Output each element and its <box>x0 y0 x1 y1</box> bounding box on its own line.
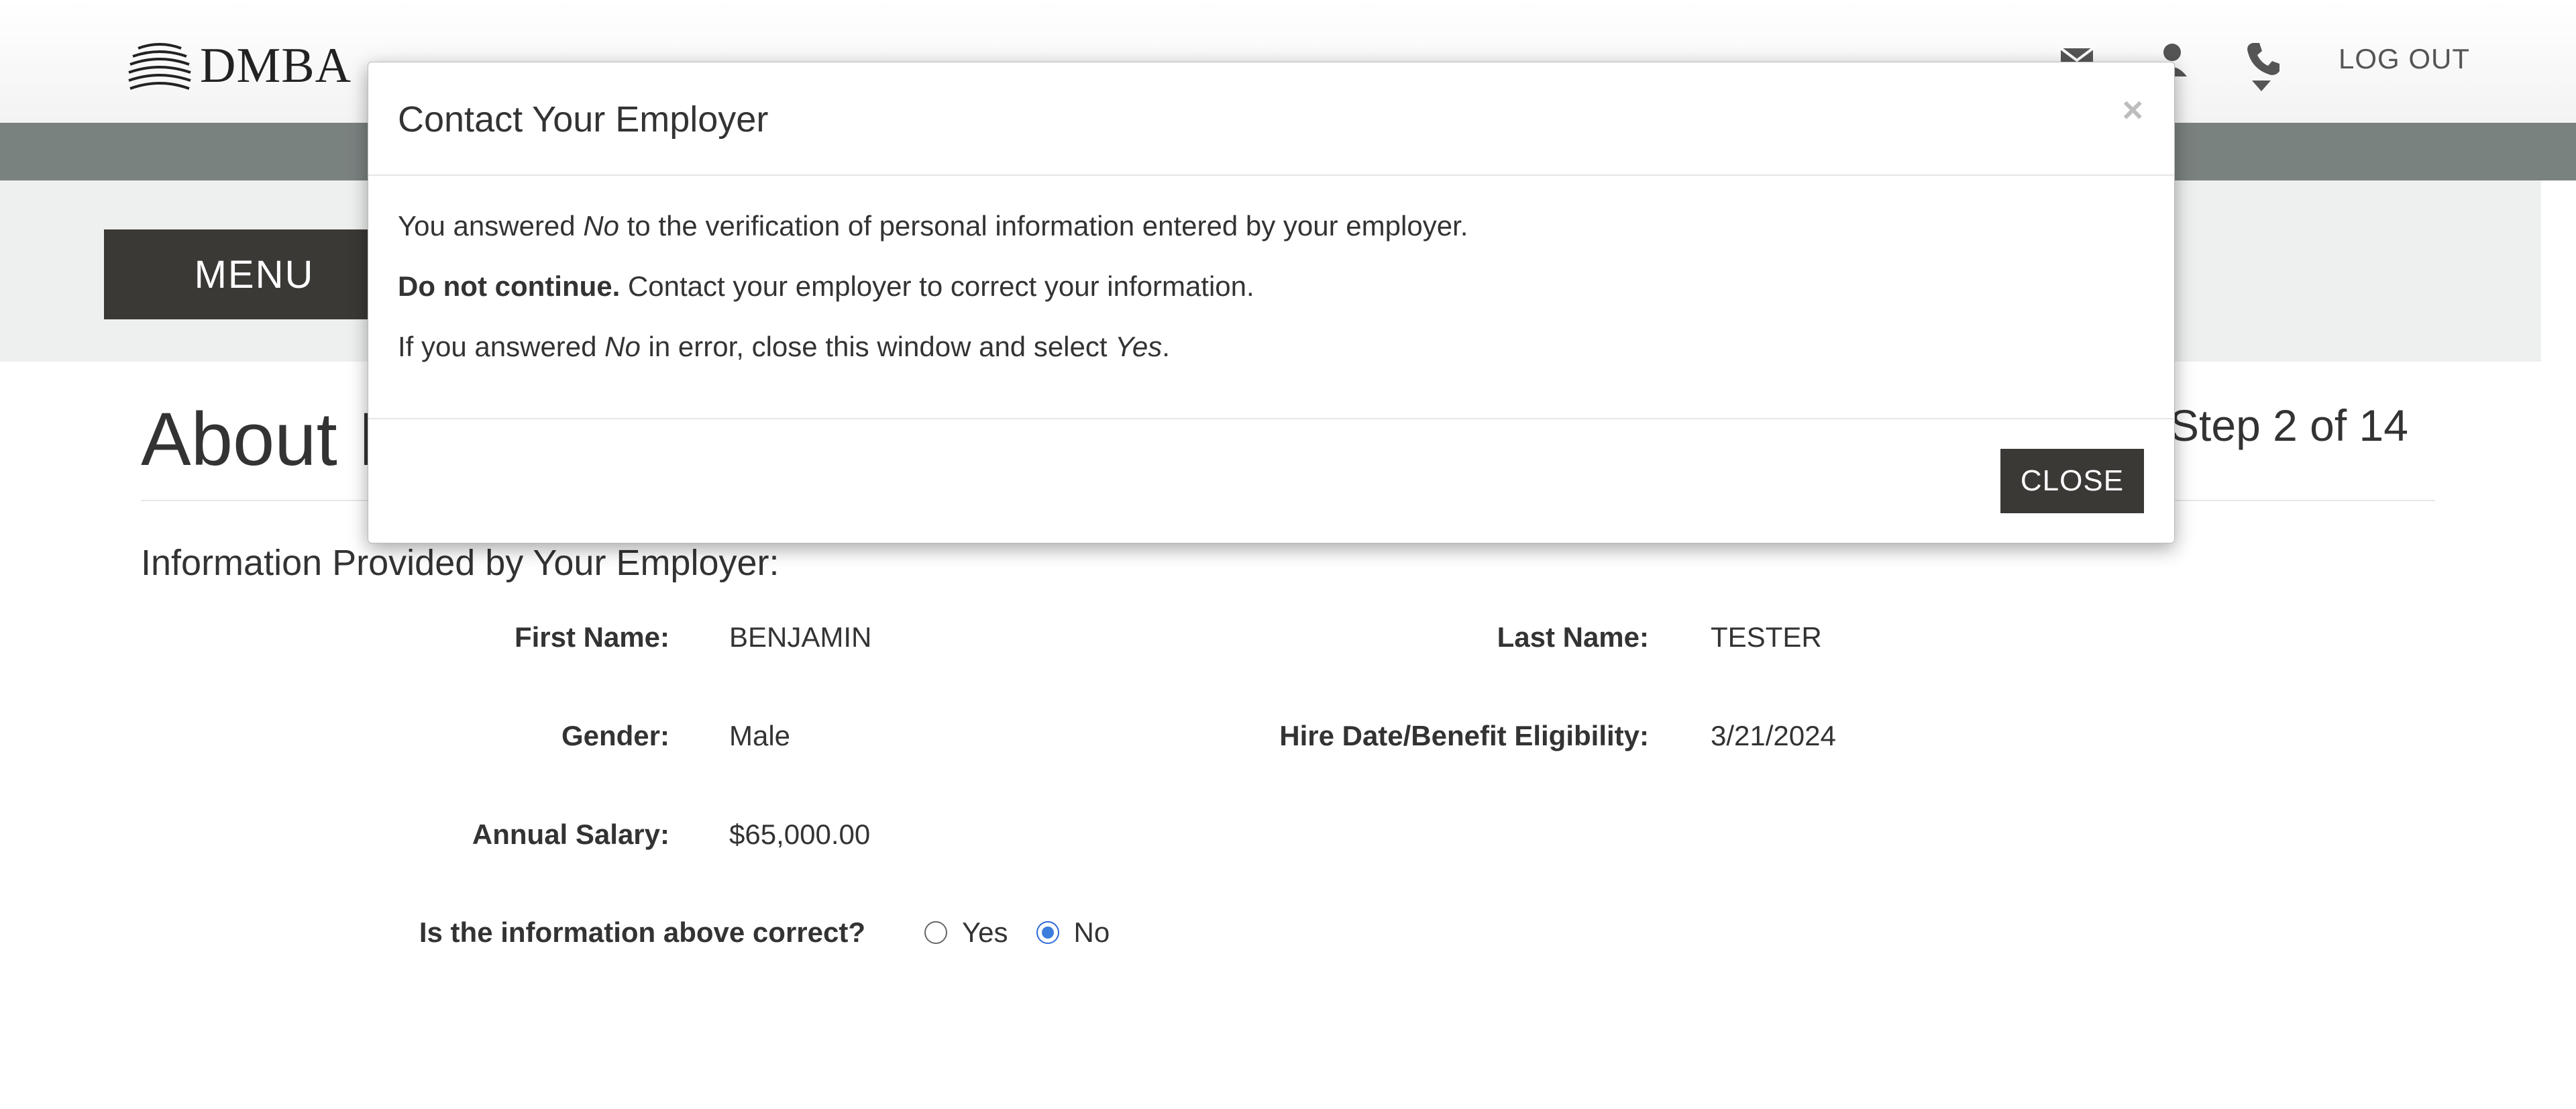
phone-icon[interactable] <box>2243 39 2284 79</box>
logo-icon <box>128 43 191 90</box>
modal-header-divider <box>368 174 2174 176</box>
modal-message-line-2: Do not continue. Contact your employer t… <box>398 270 1254 303</box>
hire-date-label: Hire Date/Benefit Eligibility: <box>1279 720 1649 751</box>
yes-radio-label[interactable]: Yes <box>962 916 1008 949</box>
line3-text-start: If you answered <box>398 331 605 362</box>
modal-message-line-3: If you answered No in error, close this … <box>398 331 1170 363</box>
line2-warning: Do not continue. <box>398 270 621 302</box>
no-radio[interactable] <box>1036 921 1059 944</box>
chevron-down-icon[interactable] <box>2252 81 2271 91</box>
yes-radio[interactable] <box>924 921 947 944</box>
hire-date-value: 3/21/2024 <box>1711 720 1836 751</box>
section-heading: Information Provided by Your Employer: <box>141 543 780 583</box>
no-radio-label[interactable]: No <box>1074 916 1110 949</box>
line3-emphasis-no: No <box>604 331 641 362</box>
close-icon[interactable]: × <box>2122 89 2143 131</box>
first-name-value: BENJAMIN <box>729 621 872 653</box>
last-name-value: TESTER <box>1711 621 1822 653</box>
modal-title: Contact Your Employer <box>398 99 769 140</box>
close-button[interactable]: CLOSE <box>2000 449 2144 513</box>
modal-footer-divider <box>368 418 2174 419</box>
dmba-logo[interactable]: DMBA <box>125 38 352 93</box>
menu-button[interactable]: MENU <box>104 229 405 319</box>
logout-link[interactable]: LOG OUT <box>2339 43 2470 75</box>
line1-text-start: You answered <box>398 210 584 242</box>
contact-employer-modal: Contact Your Employer × You answered No … <box>368 62 2175 543</box>
verification-question: Is the information above correct? <box>419 916 865 948</box>
gender-label: Gender: <box>561 720 669 751</box>
annual-salary-label: Annual Salary: <box>472 818 669 850</box>
gender-value: Male <box>729 720 791 751</box>
step-indicator: Step 2 of 14 <box>2169 401 2408 450</box>
line3-text-end: . <box>1162 331 1170 362</box>
brand-name: DMBA <box>200 38 352 93</box>
first-name-label: First Name: <box>514 621 669 653</box>
line2-text: Contact your employer to correct your in… <box>620 270 1254 302</box>
annual-salary-value: $65,000.00 <box>729 818 871 850</box>
line1-text-end: to the verification of personal informat… <box>619 210 1468 242</box>
line3-text-mid: in error, close this window and select <box>640 331 1116 362</box>
verification-radio-group: Yes No <box>924 916 1138 949</box>
last-name-label: Last Name: <box>1497 621 1649 653</box>
line3-emphasis-yes: Yes <box>1115 331 1163 362</box>
modal-message-line-1: You answered No to the verification of p… <box>398 210 1468 242</box>
line1-emphasis: No <box>583 210 620 242</box>
